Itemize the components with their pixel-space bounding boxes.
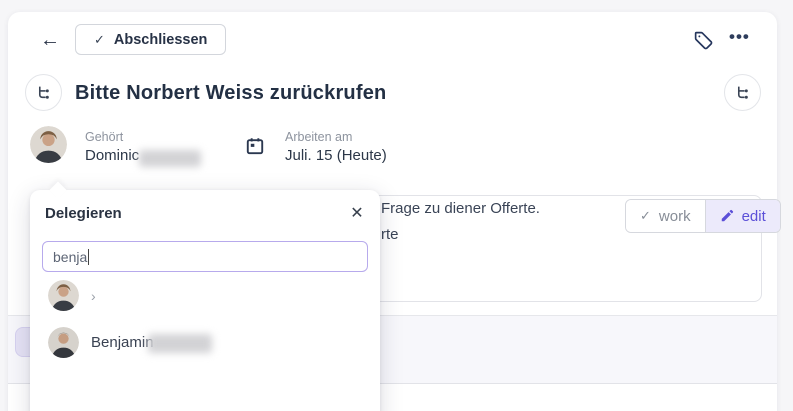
pencil-icon [720, 209, 734, 223]
user-lastname-redacted [148, 334, 212, 353]
delegate-popup-title: Delegieren [45, 205, 122, 222]
work-date-value: Juli. 15 (Heute) [285, 147, 387, 164]
close-popup-button[interactable]: ✕ [342, 198, 372, 228]
owner-label: Gehört [85, 130, 123, 144]
subtask-tree-icon [734, 84, 751, 101]
back-arrow-icon: ← [40, 29, 60, 52]
edit-mode-label: edit [742, 208, 766, 225]
work-mode-label: work [659, 208, 691, 225]
back-button[interactable]: ← [36, 26, 64, 54]
user-name: Benjamin [91, 334, 154, 351]
app-screen: ← ✓ Abschliessen ••• [0, 0, 793, 411]
more-menu-button[interactable]: ••• [723, 22, 753, 52]
note-text-line2: rte [381, 226, 399, 243]
user-avatar [48, 327, 79, 358]
close-icon: ✕ [350, 205, 363, 222]
user-name-fragment: › [91, 288, 96, 304]
ellipsis-icon: ••• [729, 27, 750, 46]
check-icon: ✓ [640, 208, 651, 224]
delegate-search-value: benja [53, 249, 87, 265]
work-date-label: Arbeiten am [285, 130, 352, 144]
subtask-tree-button-left[interactable] [25, 74, 62, 111]
owner-name: Dominic [85, 147, 139, 164]
delegate-popup: Delegieren ✕ benja › [30, 190, 380, 411]
tag-button[interactable] [690, 27, 716, 53]
task-title: Bitte Norbert Weiss zurückrufen [75, 82, 386, 105]
subtask-tree-icon [35, 84, 52, 101]
text-caret [88, 249, 89, 265]
edit-mode-button[interactable]: edit [706, 200, 780, 232]
complete-task-label: Abschliessen [114, 32, 208, 48]
delegate-search-input[interactable]: benja [42, 241, 368, 272]
tag-icon [693, 30, 714, 51]
user-avatar [48, 280, 79, 311]
delegate-user-row[interactable]: › [30, 280, 380, 311]
check-icon: ✓ [94, 32, 105, 48]
subtask-tree-button-right[interactable] [724, 74, 761, 111]
note-text-line1: Frage zu diener Offerte. [381, 200, 540, 217]
complete-task-button[interactable]: ✓ Abschliessen [75, 24, 226, 55]
owner-lastname-redacted [139, 150, 201, 167]
note-mode-toggle: ✓ work edit [625, 199, 781, 233]
work-mode-button[interactable]: ✓ work [626, 200, 706, 232]
calendar-icon [245, 136, 265, 156]
owner-avatar[interactable] [30, 126, 67, 163]
